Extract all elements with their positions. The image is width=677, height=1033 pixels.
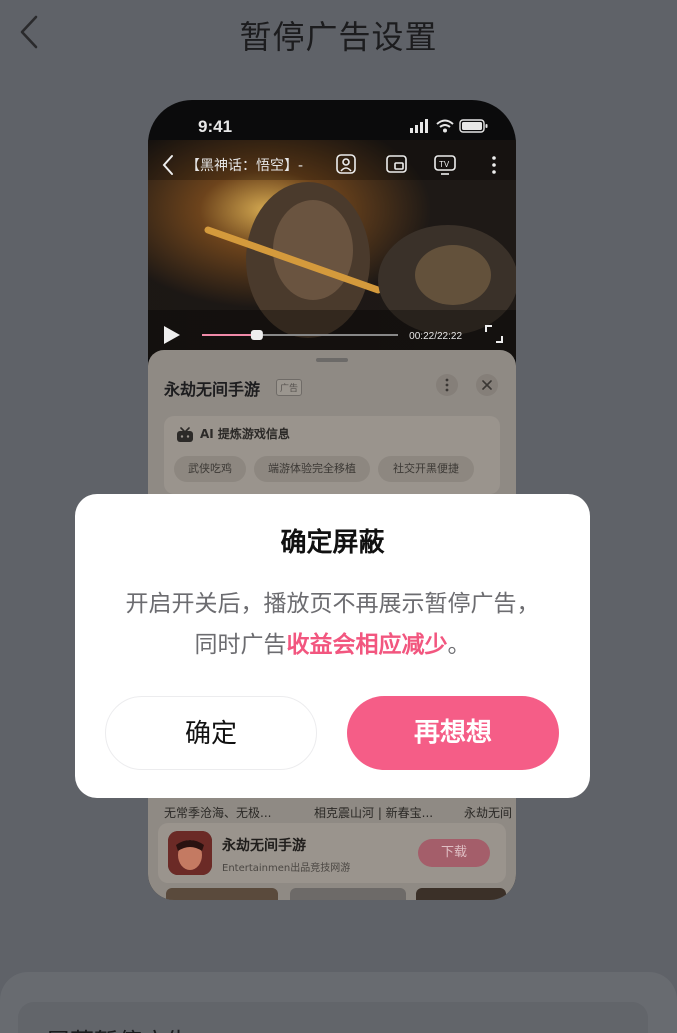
sheet-more-button[interactable] bbox=[436, 374, 458, 396]
confirm-button[interactable]: 确定 bbox=[105, 696, 317, 770]
video-snippets: 无常季沧海、无极... 相克震山河 | 新春宝... 永劫无间 bbox=[164, 801, 516, 823]
confirm-dialog: 确定屏蔽 开启开关后，播放页不再展示暂停广告，同时广告收益会相应减少。 确定 再… bbox=[75, 494, 590, 798]
ad-title: 永劫无间手游 bbox=[164, 380, 261, 399]
settings-panel: 屏蔽暂停广告 bbox=[0, 972, 677, 1033]
download-button[interactable]: 下载 bbox=[418, 839, 490, 867]
chip[interactable]: 社交开黑便捷 bbox=[378, 456, 474, 482]
close-icon bbox=[482, 380, 492, 390]
ai-info-label: AI 提炼游戏信息 bbox=[200, 427, 290, 441]
thumbnail-row bbox=[166, 888, 506, 900]
reconsider-button[interactable]: 再想想 bbox=[347, 696, 559, 770]
video-title: 【黑神话：悟空】- bbox=[186, 158, 304, 174]
block-pause-ad-label: 屏蔽暂停广告 bbox=[46, 1022, 190, 1033]
ad-tag: 广告 bbox=[276, 379, 303, 396]
dialog-body: 开启开关后，播放页不再展示暂停广告，同时广告收益会相应减少。 bbox=[115, 584, 550, 666]
more-icon bbox=[445, 378, 449, 392]
header: 暂停广告设置 bbox=[0, 0, 677, 64]
thumbnail[interactable] bbox=[166, 888, 278, 900]
ai-info-box: AI 提炼游戏信息 武侠吃鸡 端游体验完全移植 社交开黑便捷 bbox=[164, 416, 500, 494]
app-card[interactable]: 永劫无间手游 Entertainmen出品竞技网游 下载 bbox=[158, 823, 506, 883]
snippet-text[interactable]: 相克震山河 | 新春宝... bbox=[314, 804, 433, 821]
app-icon bbox=[168, 831, 212, 875]
bilibili-tv-icon bbox=[177, 427, 193, 442]
status-icons bbox=[410, 119, 488, 133]
app-subtitle: Entertainmen出品竞技网游 bbox=[222, 863, 351, 874]
thumbnail[interactable] bbox=[290, 888, 406, 900]
sheet-handle[interactable] bbox=[316, 358, 348, 362]
snippet-text[interactable]: 永劫无间 bbox=[464, 804, 512, 821]
sheet-close-button[interactable] bbox=[476, 374, 498, 396]
snippet-text[interactable]: 无常季沧海、无极... bbox=[164, 804, 271, 821]
dialog-body-suffix: 。 bbox=[447, 632, 471, 658]
status-time: 9:41 bbox=[198, 117, 233, 136]
svg-text:TV: TV bbox=[439, 160, 450, 169]
video-player[interactable]: TV 【黑神话：悟空】- 00:22/22:22 bbox=[148, 140, 516, 358]
thumbnail[interactable] bbox=[416, 888, 506, 900]
dialog-title: 确定屏蔽 bbox=[280, 528, 385, 558]
chip[interactable]: 端游体验完全移植 bbox=[254, 456, 370, 482]
chip[interactable]: 武侠吃鸡 bbox=[174, 456, 246, 482]
settings-row[interactable]: 屏蔽暂停广告 bbox=[18, 1002, 648, 1033]
dialog-body-highlight: 收益会相应减少 bbox=[286, 632, 448, 658]
app-name: 永劫无间手游 bbox=[222, 838, 306, 854]
page-title: 暂停广告设置 bbox=[239, 18, 438, 56]
video-time: 00:22/22:22 bbox=[409, 331, 462, 342]
